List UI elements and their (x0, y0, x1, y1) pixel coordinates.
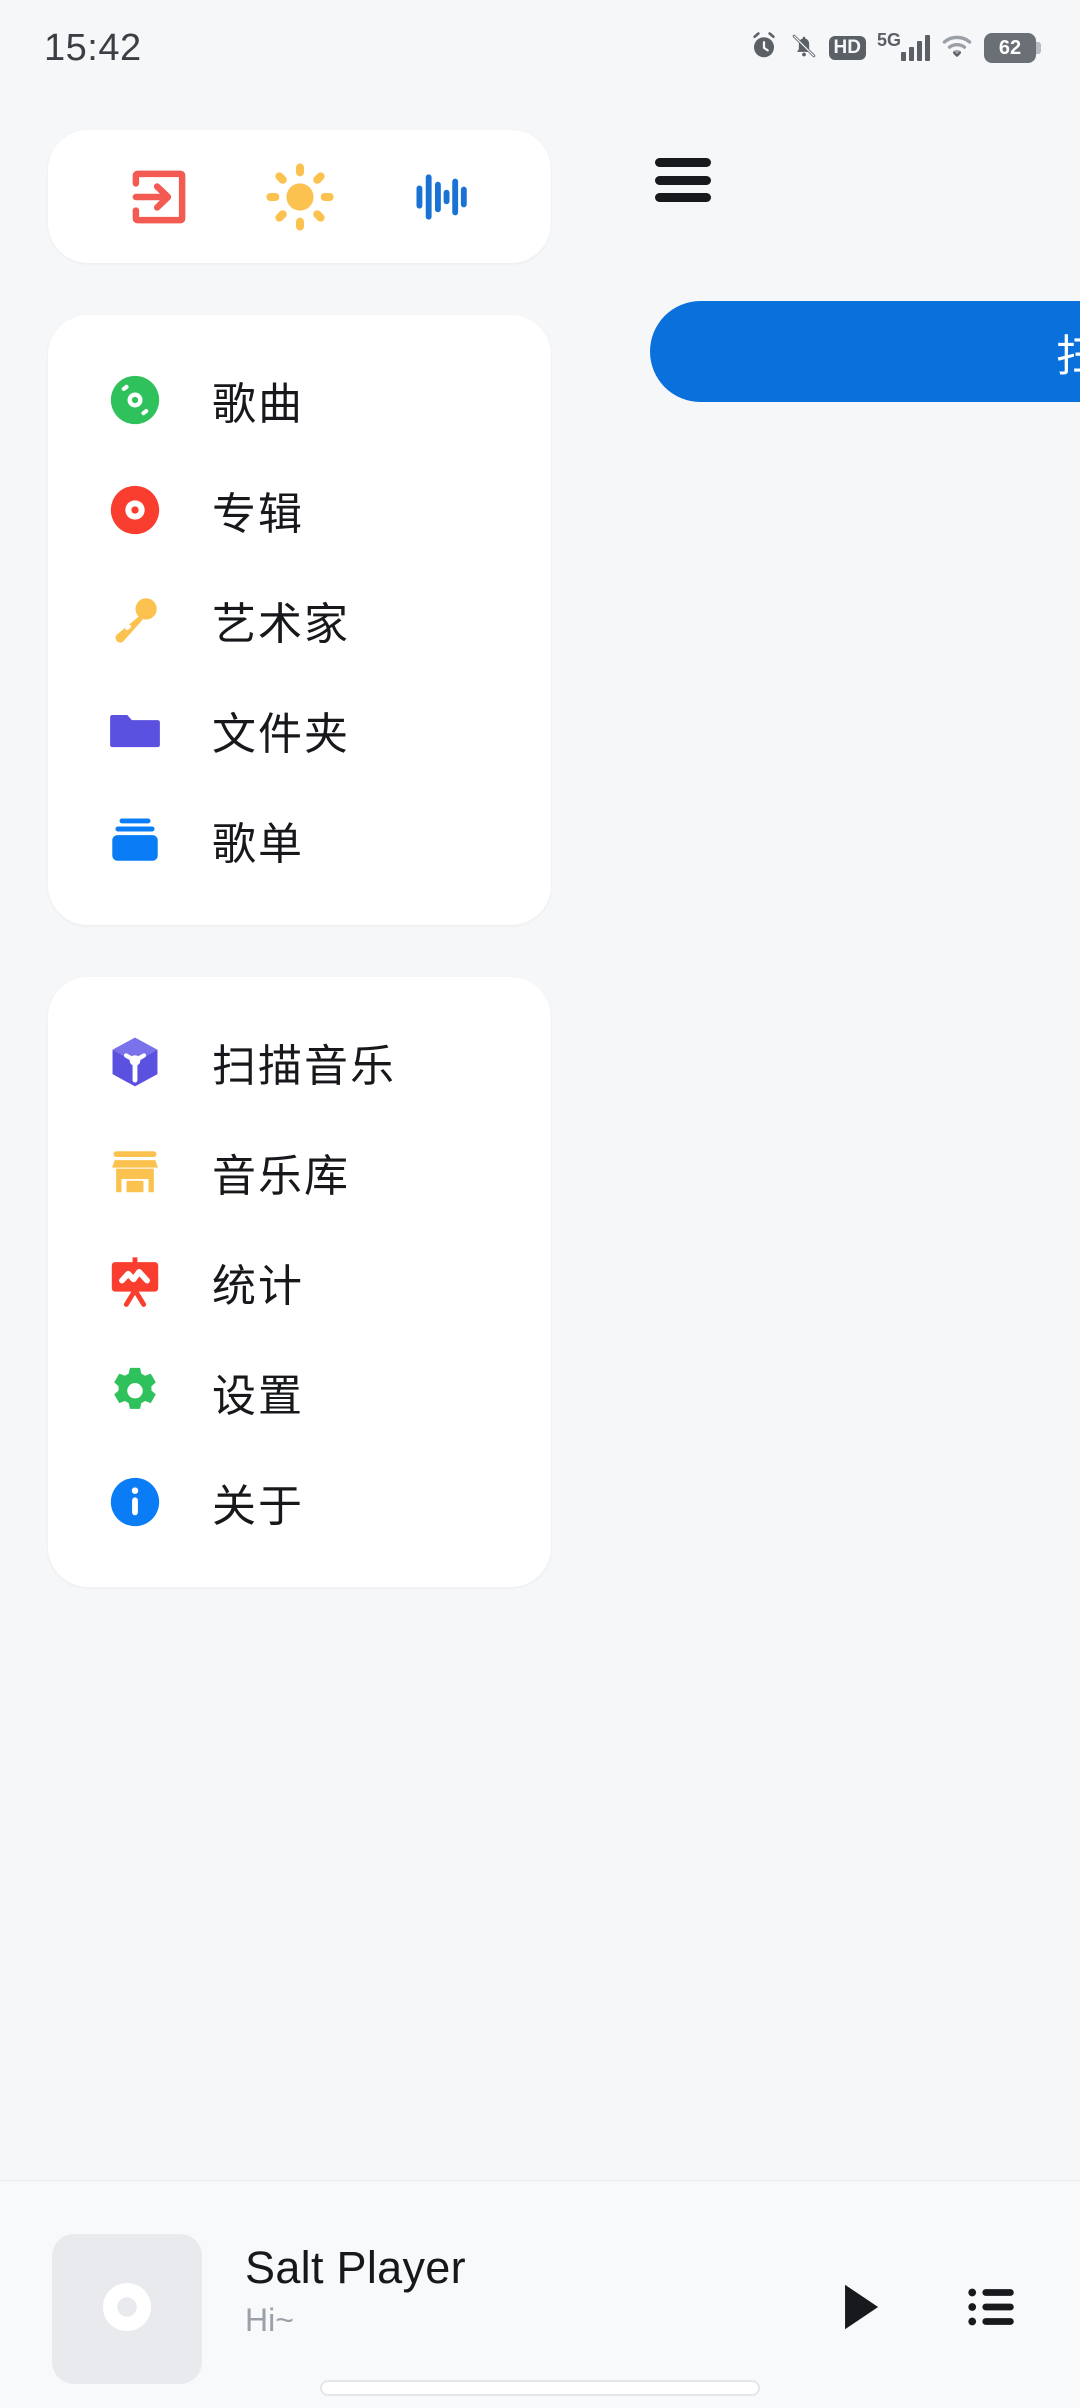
store-icon (106, 1143, 164, 1201)
alarm-icon (749, 31, 779, 66)
hd-icon: HD (828, 36, 866, 60)
app-screen: 15:42 HD 5G 62 歌曲 专辑 艺术家 文件夹 歌单 扫描音乐 音乐库… (0, 0, 1080, 2408)
drawer-item-label: 文件夹 (212, 710, 350, 759)
play-icon[interactable] (824, 2272, 894, 2342)
drawer-item-music-library[interactable]: 音乐库 (48, 1117, 551, 1227)
info-circle-icon (106, 1473, 164, 1531)
drawer-item-label: 音乐库 (212, 1152, 350, 1201)
gear-icon (106, 1363, 164, 1421)
hamburger-bar (655, 193, 711, 202)
navigation-drawer: 歌曲 专辑 艺术家 文件夹 歌单 扫描音乐 音乐库 统计 设置 关于 (48, 130, 551, 1587)
drawer-item-label: 专辑 (212, 490, 304, 539)
disc-placeholder-icon (88, 2268, 166, 2351)
exit-icon[interactable] (114, 152, 204, 242)
drawer-item-statistics[interactable]: 统计 (48, 1227, 551, 1337)
bell-muted-icon (790, 32, 818, 65)
tools-menu-card: 扫描音乐 音乐库 统计 设置 关于 (48, 977, 551, 1587)
drawer-item-label: 歌单 (212, 820, 304, 869)
battery-icon: 62 (984, 33, 1041, 63)
equalizer-icon[interactable] (396, 152, 486, 242)
mini-player-bar[interactable]: Salt Player Hi~ (0, 2180, 1080, 2408)
disc-green-icon (106, 371, 164, 429)
drawer-item-scan-music[interactable]: 扫描音乐 (48, 1007, 551, 1117)
drawer-item-artists[interactable]: 艺术家 (48, 565, 551, 675)
home-indicator (320, 2380, 760, 2396)
drawer-item-folders[interactable]: 文件夹 (48, 675, 551, 785)
library-menu-card: 歌曲 专辑 艺术家 文件夹 歌单 (48, 315, 551, 925)
scan-cube-icon (106, 1033, 164, 1091)
track-title: Salt Player (245, 2242, 466, 2293)
drawer-item-label: 设置 (212, 1372, 304, 1421)
drawer-item-label: 统计 (212, 1262, 304, 1311)
battery-level-label: 62 (998, 36, 1022, 59)
drawer-item-label: 歌曲 (212, 380, 304, 429)
scan-music-button-label: 扫描音乐 (1056, 320, 1080, 384)
hamburger-bar (655, 158, 711, 167)
status-bar-time: 15:42 (44, 26, 142, 69)
main-content: 扫描音乐 (551, 96, 1080, 2408)
playlist-stack-icon (106, 811, 164, 869)
queue-list-icon[interactable] (958, 2272, 1028, 2342)
drawer-item-albums[interactable]: 专辑 (48, 455, 551, 565)
network-type-label: 5G (876, 30, 901, 50)
drawer-item-about[interactable]: 关于 (48, 1447, 551, 1557)
quick-actions-card (48, 130, 551, 263)
disc-red-icon (106, 481, 164, 539)
drawer-item-songs[interactable]: 歌曲 (48, 345, 551, 455)
hamburger-icon[interactable] (655, 158, 711, 202)
signal-bars (901, 35, 930, 61)
player-controls (824, 2234, 1028, 2342)
track-subtitle: Hi~ (245, 2302, 294, 2338)
microphone-icon (106, 591, 164, 649)
drawer-item-label: 扫描音乐 (212, 1042, 396, 1091)
signal-5g-icon: 5G (877, 31, 930, 61)
folder-icon (106, 701, 164, 759)
album-art[interactable] (52, 2234, 202, 2384)
sun-icon[interactable] (255, 152, 345, 242)
scan-music-button[interactable]: 扫描音乐 (650, 301, 1080, 402)
status-bar-icons: HD 5G 62 (749, 31, 1041, 66)
drawer-item-label: 艺术家 (212, 600, 350, 649)
drawer-item-settings[interactable]: 设置 (48, 1337, 551, 1447)
drawer-item-playlists[interactable]: 歌单 (48, 785, 551, 895)
wifi-icon (941, 33, 973, 64)
hamburger-bar (655, 175, 711, 185)
track-info[interactable]: Salt Player Hi~ (245, 2234, 824, 2339)
drawer-item-label: 关于 (212, 1482, 304, 1531)
status-bar: 15:42 HD 5G 62 (0, 0, 1080, 96)
chart-board-icon (106, 1253, 164, 1311)
